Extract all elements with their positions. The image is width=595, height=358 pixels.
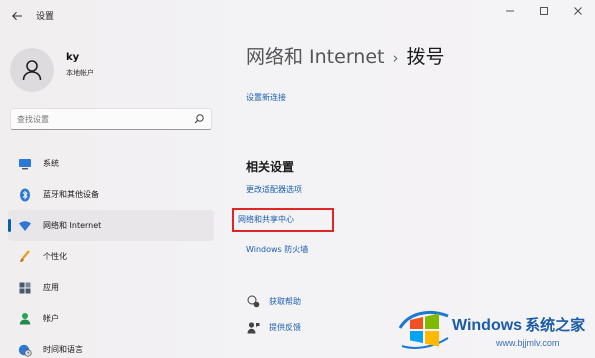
sidebar-item-label: 时间和语言 (43, 345, 83, 354)
search-input[interactable] (17, 112, 187, 126)
avatar (10, 48, 54, 92)
apps-icon (18, 281, 32, 295)
settings-window: 设置 ky 本地帐户 查找设置 系统 蓝牙和其他设备 网络和 Internet … (0, 0, 595, 358)
windows-firewall-link[interactable]: Windows 防火墙 (246, 244, 308, 255)
watermark-url: www.bjjmlv.com (496, 338, 560, 348)
sidebar-item-personalization[interactable]: 个性化 (8, 241, 214, 272)
sidebar-item-network[interactable]: 网络和 Internet (8, 210, 214, 241)
active-indicator (8, 219, 11, 232)
sidebar-item-label: 帐户 (43, 314, 59, 323)
person-avatar-icon (22, 60, 42, 81)
brush-icon (18, 249, 32, 264)
breadcrumb-current: 拨号 (406, 46, 445, 68)
search-icon[interactable] (193, 113, 205, 125)
wifi-icon (18, 219, 32, 233)
watermark-brand: Windows 系统之家 (452, 314, 585, 335)
get-help-label[interactable]: 获取帮助 (269, 296, 301, 307)
sidebar-item-label: 个性化 (43, 252, 67, 261)
sidebar-nav: 系统 蓝牙和其他设备 网络和 Internet 个性化 应用 帐户 时间和语言 (8, 148, 214, 358)
person-icon (18, 312, 32, 326)
sidebar-item-label: 应用 (43, 283, 59, 292)
bluetooth-icon (18, 188, 32, 202)
window-title: 设置 (36, 12, 55, 22)
minimize-icon (506, 10, 514, 12)
user-name: ky (66, 52, 80, 63)
caption-buttons (493, 0, 595, 28)
sidebar-item-time-language[interactable]: 时间和语言 (8, 334, 214, 358)
title-bar: 设置 (0, 0, 595, 32)
sidebar-item-accounts[interactable]: 帐户 (8, 303, 214, 334)
breadcrumb-separator: › (392, 49, 399, 67)
sidebar-item-system[interactable]: 系统 (8, 148, 214, 179)
back-button[interactable] (8, 7, 26, 25)
get-help-row[interactable]: 获取帮助 (246, 294, 301, 308)
watermark-brand-cn: 系统之家 (525, 317, 586, 334)
maximize-icon (540, 7, 548, 15)
user-profile[interactable]: ky 本地帐户 (10, 44, 210, 94)
close-button[interactable] (561, 0, 595, 28)
feedback-label[interactable]: 提供反馈 (269, 322, 301, 333)
feedback-row[interactable]: 提供反馈 (246, 320, 301, 334)
monitor-icon (18, 157, 32, 171)
sidebar-item-label: 蓝牙和其他设备 (43, 190, 99, 199)
maximize-button[interactable] (527, 0, 561, 28)
back-arrow-icon (12, 11, 22, 21)
watermark-brand-en: Windows (452, 317, 523, 334)
account-type: 本地帐户 (66, 69, 94, 77)
breadcrumb-parent[interactable]: 网络和 Internet (246, 46, 384, 68)
minimize-button[interactable] (493, 0, 527, 28)
close-icon (574, 7, 582, 15)
sidebar-item-bluetooth[interactable]: 蓝牙和其他设备 (8, 179, 214, 210)
watermark: Windows 系统之家 www.bjjmlv.com (396, 300, 595, 358)
globe-clock-icon (18, 343, 32, 357)
search-box[interactable] (10, 108, 212, 130)
sidebar: ky 本地帐户 系统 蓝牙和其他设备 (0, 32, 220, 358)
help-icon (246, 294, 260, 308)
related-settings-title: 相关设置 (246, 160, 295, 174)
sidebar-item-label: 系统 (43, 159, 59, 168)
adapter-options-link[interactable]: 更改适配器选项 (246, 184, 302, 195)
sidebar-item-apps[interactable]: 应用 (8, 272, 214, 303)
setup-new-connection-link[interactable]: 设置新连接 (246, 92, 286, 103)
sidebar-item-label: 网络和 Internet (43, 221, 102, 230)
windows-logo-icon (398, 311, 449, 349)
network-sharing-center-link[interactable]: 网络和共享中心 (238, 214, 294, 225)
page-title: 网络和 Internet › 拨号 (246, 42, 445, 69)
feedback-icon (246, 320, 260, 334)
